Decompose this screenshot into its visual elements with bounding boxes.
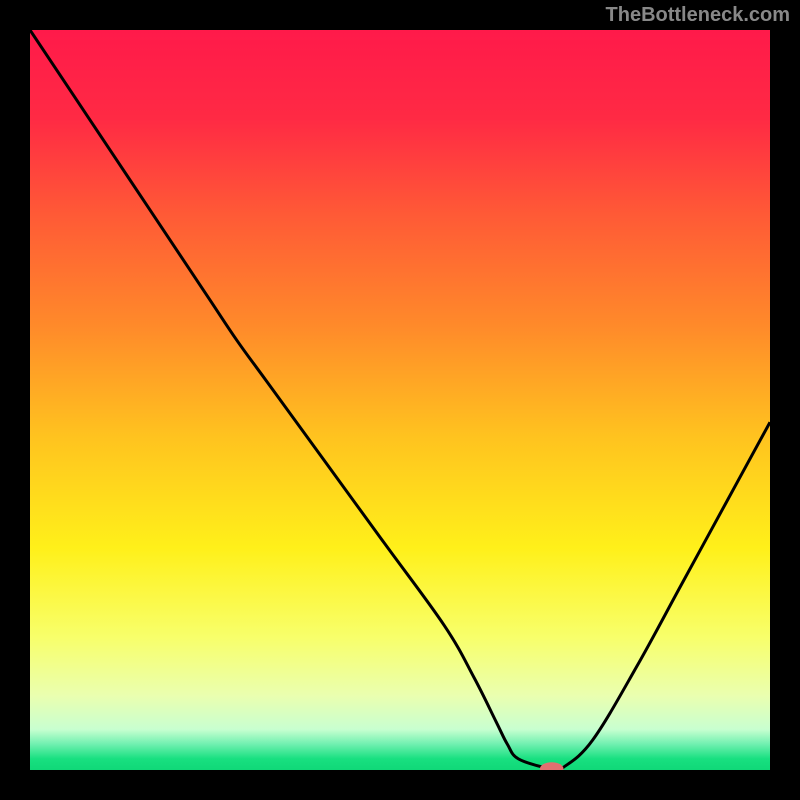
gradient-background bbox=[30, 30, 770, 770]
plot-area bbox=[30, 30, 770, 770]
chart-container: TheBottleneck.com bbox=[0, 0, 800, 800]
chart-svg bbox=[30, 30, 770, 770]
watermark-text: TheBottleneck.com bbox=[606, 4, 790, 27]
